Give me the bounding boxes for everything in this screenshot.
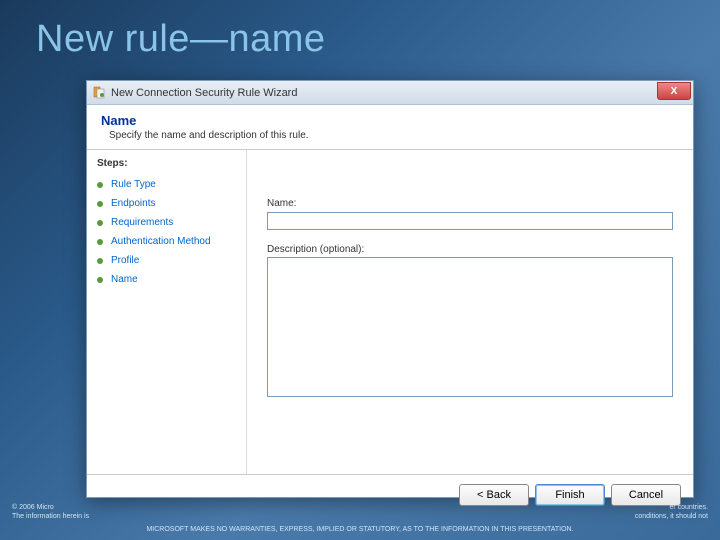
step-rule-type[interactable]: Rule Type [97,175,246,194]
bullet-icon [97,239,103,245]
step-name[interactable]: Name [97,270,246,289]
step-label: Name [111,274,138,285]
close-button[interactable]: X [657,82,691,100]
bullet-icon [97,277,103,283]
step-label: Rule Type [111,179,156,190]
wizard-header: Name Specify the name and description of… [87,105,693,150]
app-icon [91,85,107,101]
steps-pane: Steps: Rule Type Endpoints Requirements … [87,150,247,474]
footer-left-1: © 2006 Micro [12,503,89,512]
step-authentication-method[interactable]: Authentication Method [97,232,246,251]
footer-disclaimer: MICROSOFT MAKES NO WARRANTIES, EXPRESS, … [12,525,708,534]
slide-footer: © 2006 Micro The information herein is e… [0,499,720,540]
step-label: Endpoints [111,198,155,209]
name-input[interactable] [267,212,673,230]
window-title: New Connection Security Rule Wizard [111,87,297,99]
step-label: Authentication Method [111,236,211,247]
bullet-icon [97,201,103,207]
wizard-body: Steps: Rule Type Endpoints Requirements … [87,150,693,474]
wizard-window: New Connection Security Rule Wizard X Na… [86,80,694,498]
titlebar: New Connection Security Rule Wizard X [87,81,693,105]
step-profile[interactable]: Profile [97,251,246,270]
step-label: Requirements [111,217,173,228]
bullet-icon [97,182,103,188]
step-endpoints[interactable]: Endpoints [97,194,246,213]
bullet-icon [97,220,103,226]
footer-left-2: The information herein is [12,512,89,521]
description-input[interactable] [267,257,673,397]
description-label: Description (optional): [267,244,673,255]
slide-title: New rule—name [0,0,720,61]
page-title: Name [101,113,679,128]
step-requirements[interactable]: Requirements [97,213,246,232]
footer-right-2: conditions, it should not [635,512,708,521]
bullet-icon [97,258,103,264]
close-icon: X [671,86,678,97]
page-subtitle: Specify the name and description of this… [101,130,679,141]
step-label: Profile [111,255,139,266]
steps-heading: Steps: [97,158,246,169]
form-pane: Name: Description (optional): [247,150,693,474]
footer-right-1: er countries. [635,503,708,512]
name-label: Name: [267,198,673,209]
